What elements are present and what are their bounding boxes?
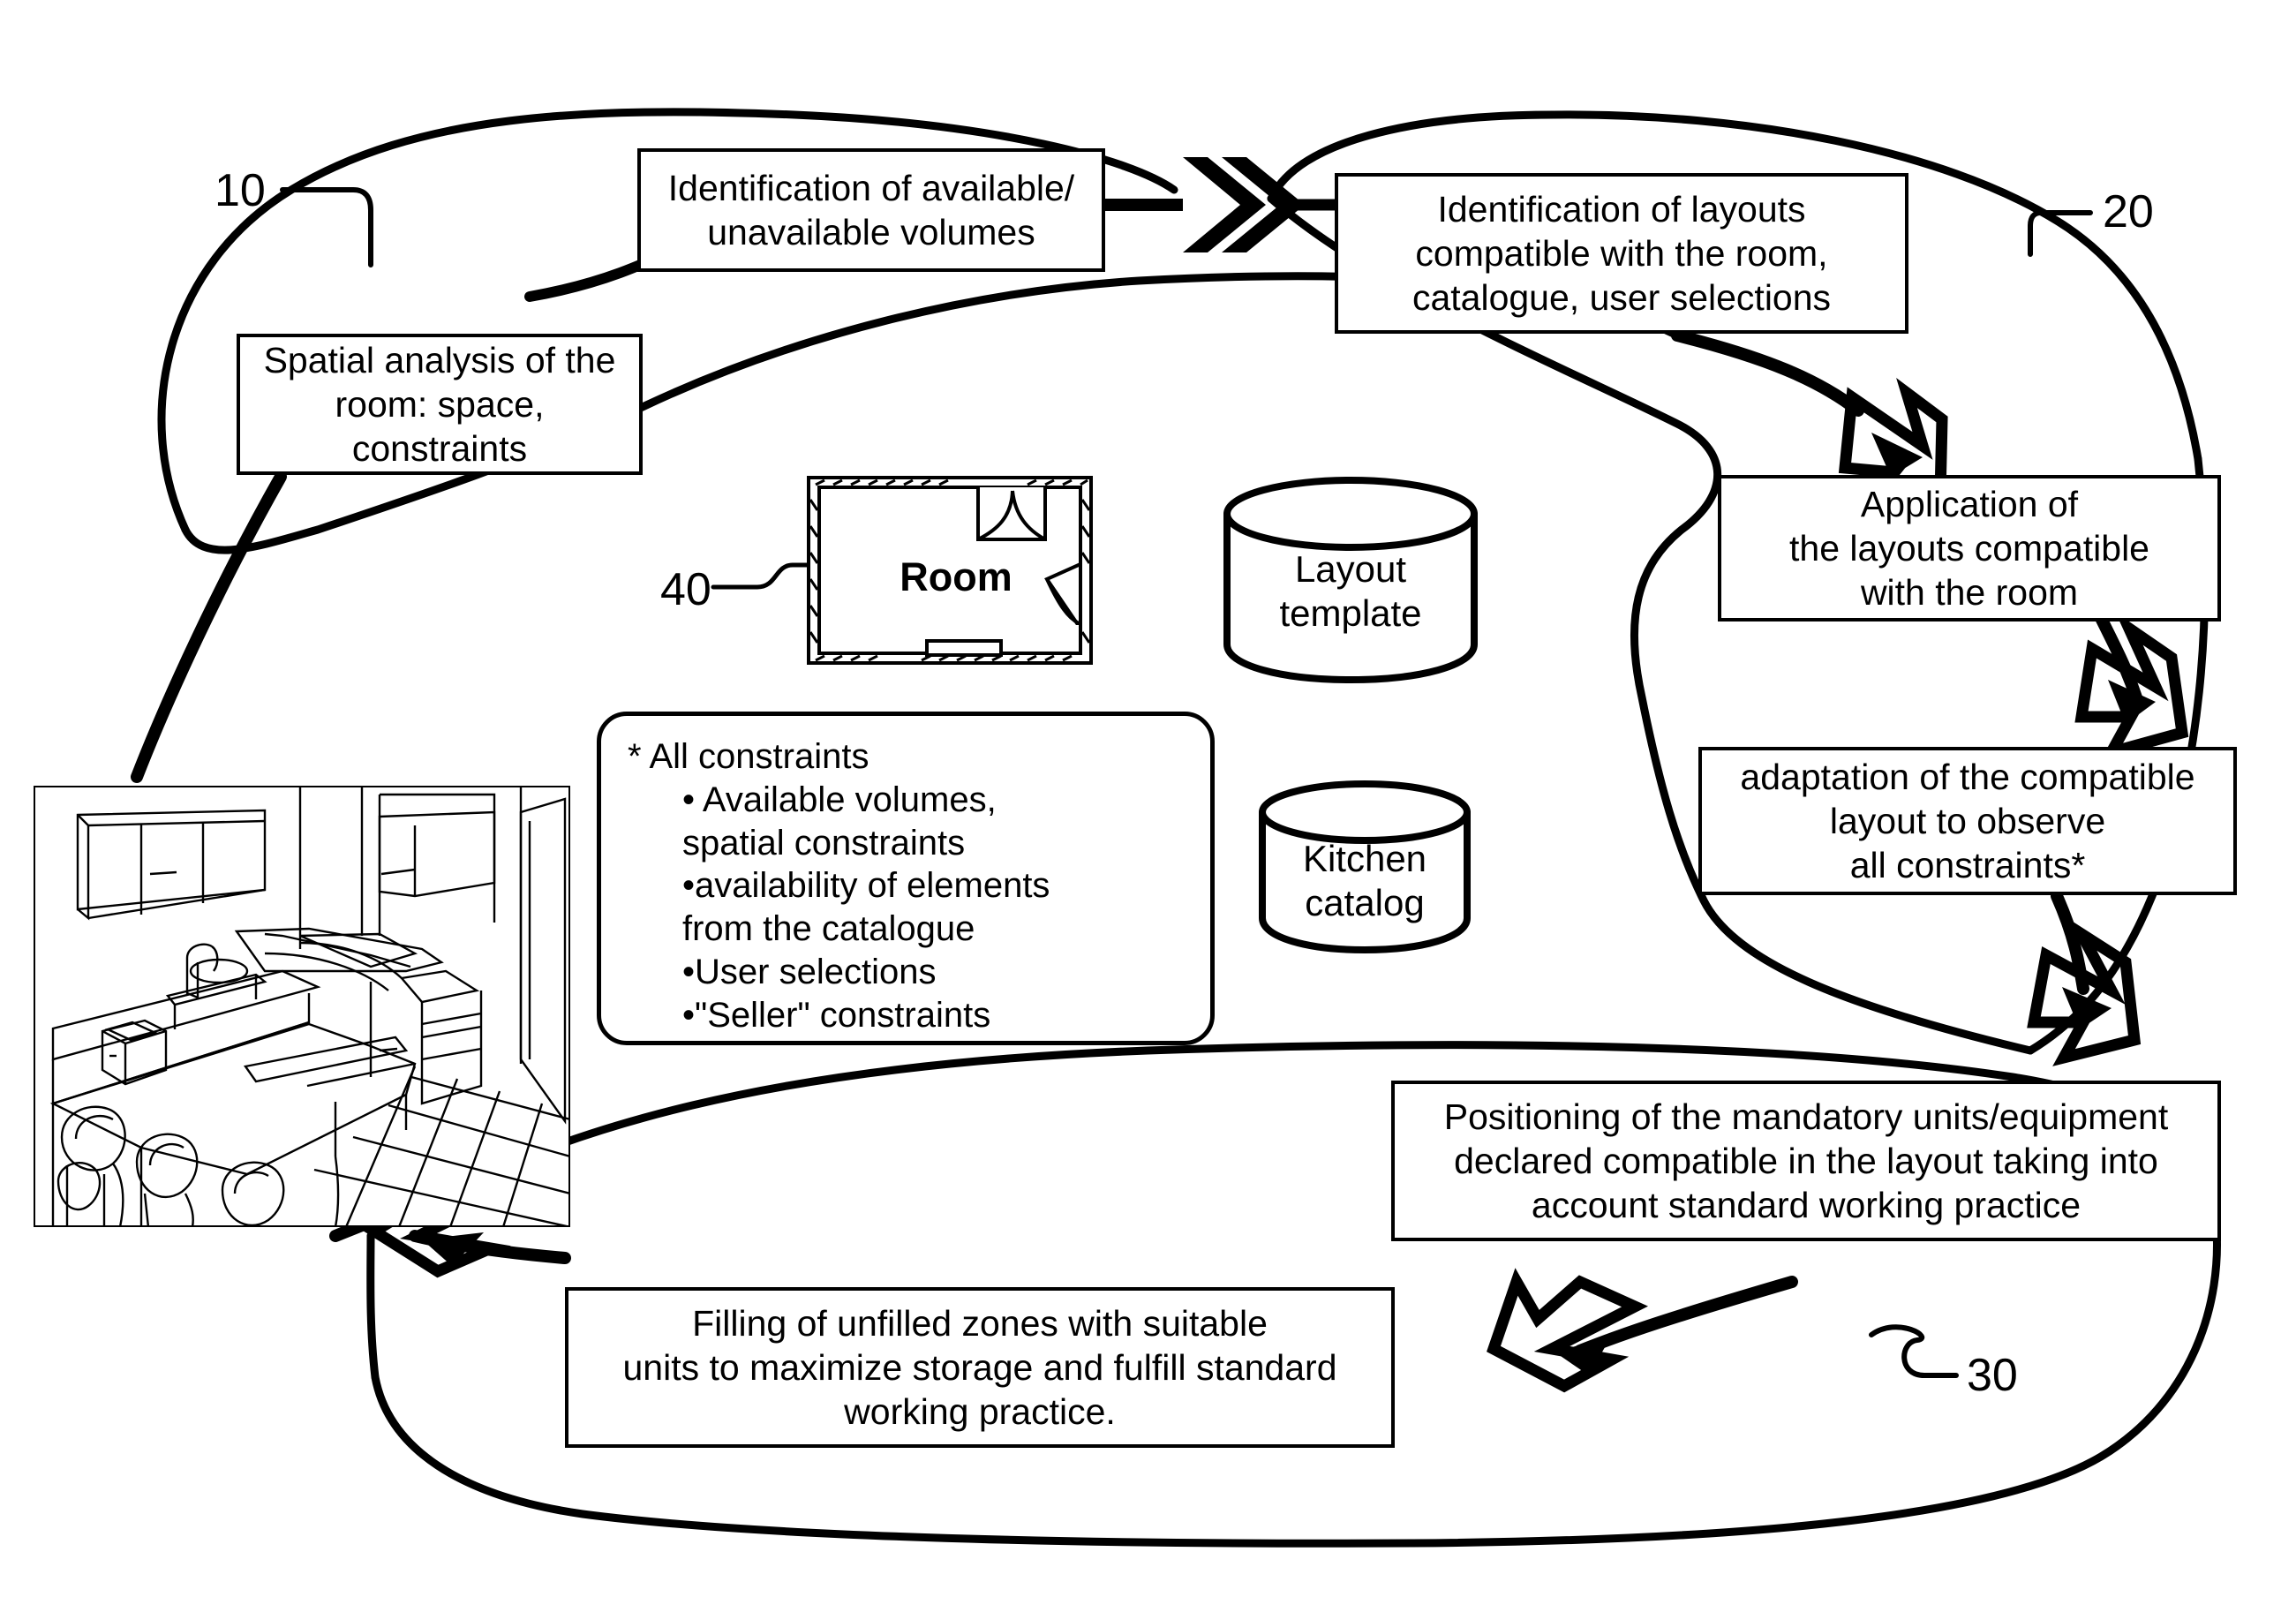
process-box-identification-layouts[interactable]: Identification of layouts compatible wit… bbox=[1335, 173, 1908, 334]
reference-numeral-10: 10 bbox=[215, 165, 266, 216]
room-plan-label: Room bbox=[900, 554, 1012, 599]
kitchen-render-graphic bbox=[34, 786, 570, 1227]
process-box-spatial-analysis[interactable]: Spatial analysis of the room: space, con… bbox=[237, 334, 643, 475]
constraints-bullet-2: •availability of elements bbox=[682, 866, 1050, 906]
constraints-bullet-4: •User selections bbox=[682, 952, 937, 991]
process-box-positioning-units[interactable]: Positioning of the mandatory units/equip… bbox=[1391, 1081, 2221, 1241]
reference-numeral-20: 20 bbox=[2103, 186, 2154, 237]
connector-spatial-to-render bbox=[131, 471, 287, 783]
leader-line-30 bbox=[1869, 1324, 1959, 1378]
process-box-application-layouts[interactable]: Application of the layouts compatible wi… bbox=[1718, 475, 2221, 621]
patent-figure-canvas: Spatial analysis of the room: space, con… bbox=[0, 0, 2296, 1597]
constraints-note: * All constraints • Available volumes, s… bbox=[597, 712, 1215, 1045]
process-box-filling-zones[interactable]: Filling of unfilled zones with suitable … bbox=[565, 1287, 1395, 1448]
reference-numeral-40: 40 bbox=[660, 564, 711, 615]
leader-line-10 bbox=[280, 187, 373, 267]
constraints-bullet-1: spatial constraints bbox=[682, 823, 966, 863]
process-box-identification-volumes[interactable]: Identification of available/ unavailable… bbox=[637, 148, 1105, 272]
kitchen-catalog-label: Kitchen catalog bbox=[1302, 838, 1427, 924]
leader-line-40 bbox=[711, 562, 822, 590]
process-box-adaptation-layout[interactable]: adaptation of the compatible layout to o… bbox=[1698, 747, 2237, 895]
layout-template-label: Layout template bbox=[1279, 548, 1422, 635]
loop-30-outline-left bbox=[366, 1232, 380, 1382]
constraints-bullet-3: from the catalogue bbox=[682, 909, 975, 949]
connector-layouts-to-application bbox=[1671, 329, 1864, 417]
reference-numeral-30: 30 bbox=[1967, 1350, 2018, 1401]
constraints-bullet-5: •"Seller" constraints bbox=[682, 995, 991, 1035]
constraints-bullet-0: • Available volumes, bbox=[682, 780, 997, 819]
constraints-note-header: * All constraints bbox=[628, 737, 869, 776]
